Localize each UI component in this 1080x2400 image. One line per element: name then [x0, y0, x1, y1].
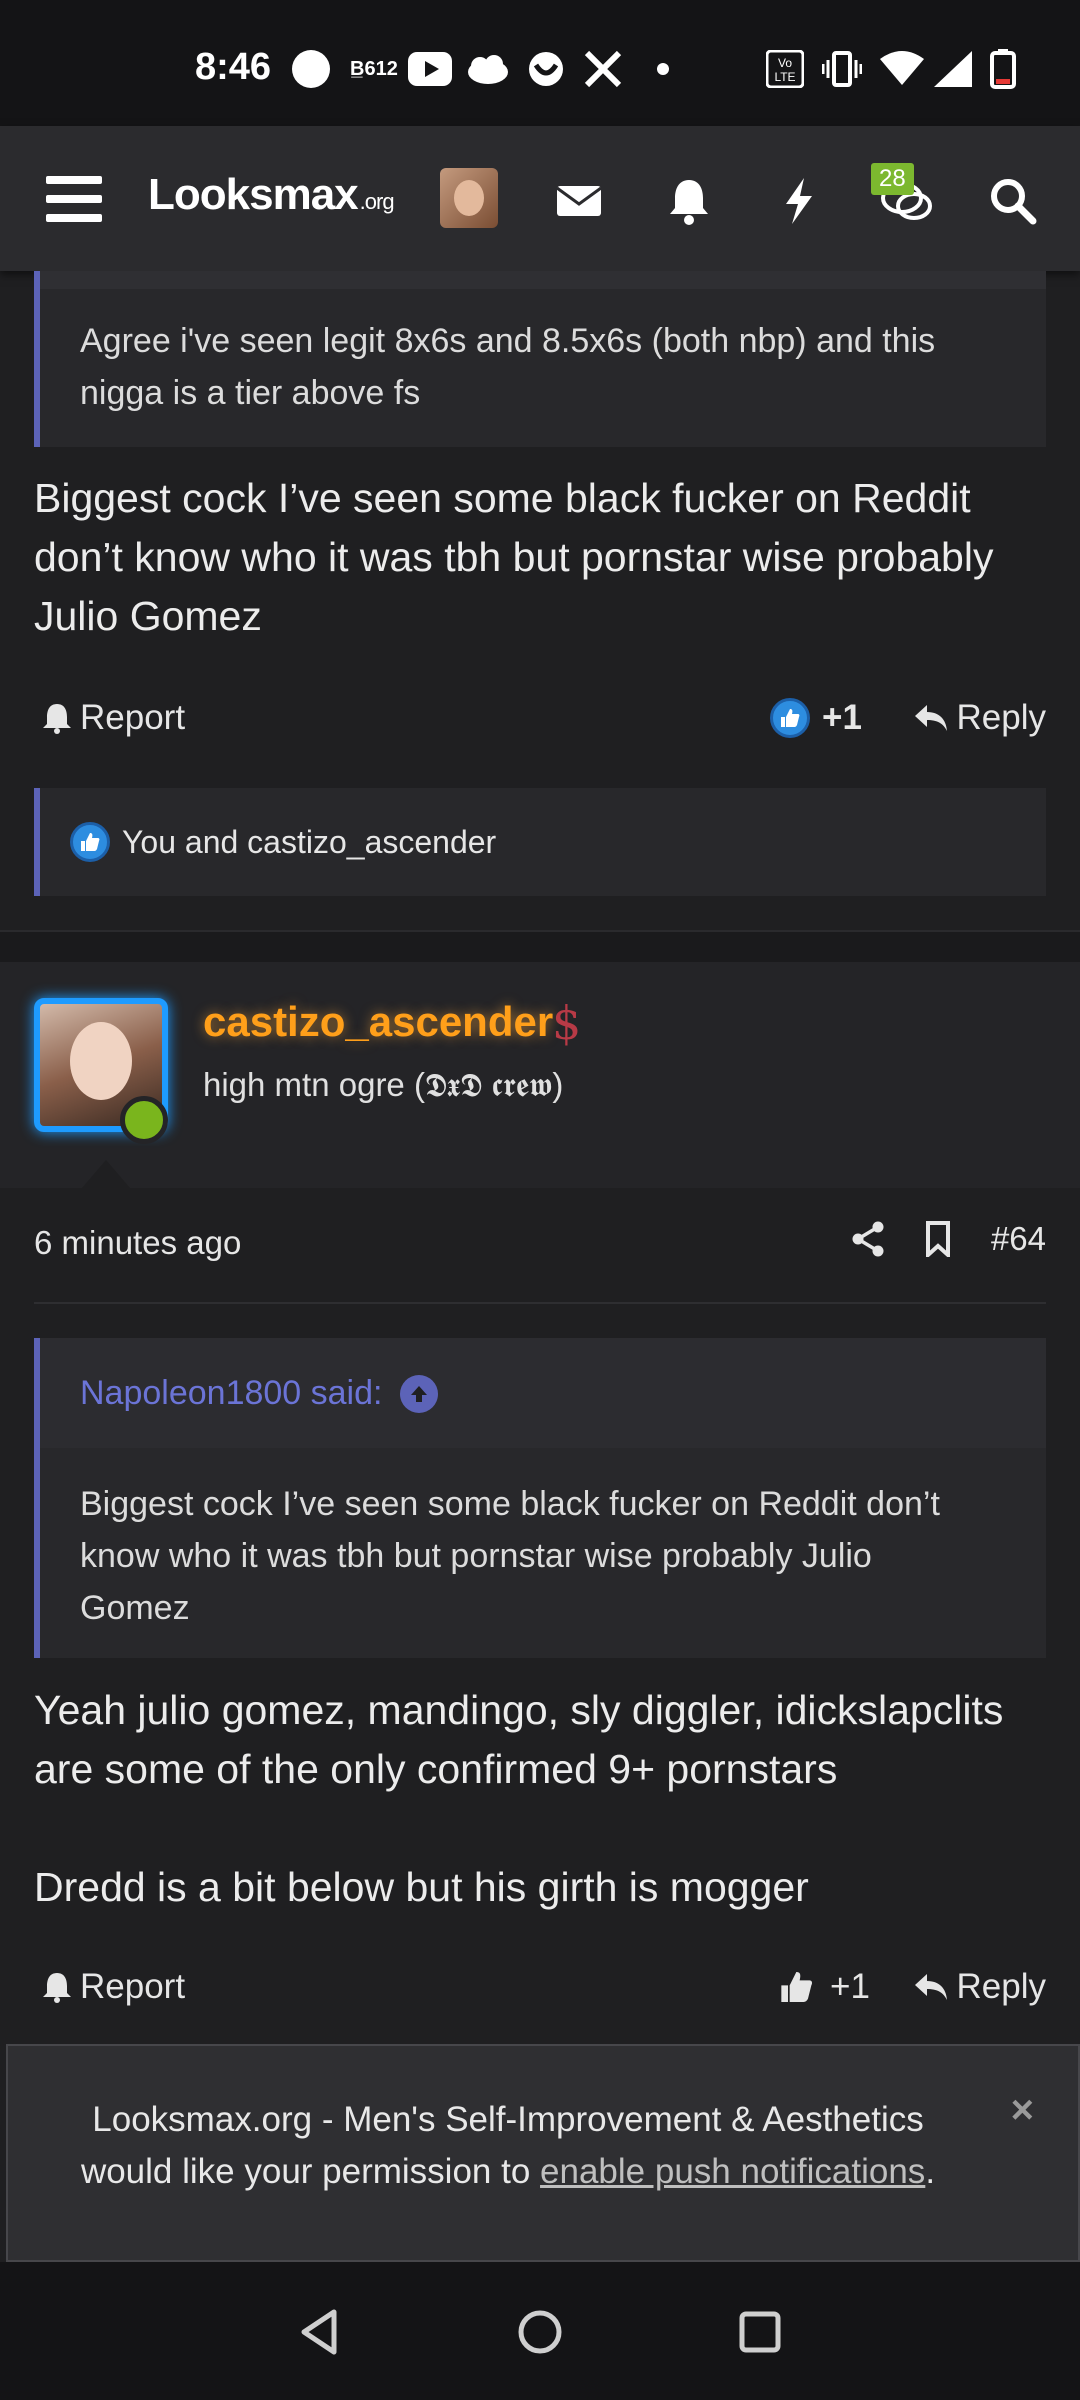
reactions-text: You and castizo_ascender: [122, 823, 497, 860]
header-avatar[interactable]: [440, 168, 498, 228]
quote-block: Agree i've seen legit 8x6s and 8.5x6s (b…: [34, 271, 1046, 447]
quote-header-strip: [40, 271, 1046, 289]
youtube-icon: [408, 50, 452, 88]
signal-icon: [932, 50, 974, 88]
bolt-icon[interactable]: [774, 176, 824, 226]
post-body-line: Yeah julio gomez, mandingo, sly diggler,…: [34, 1687, 1004, 1733]
post-actions: Report +1 Reply: [34, 688, 1046, 748]
quote-text: Biggest cock I’ve seen some black fucker…: [80, 1485, 940, 1523]
reply-button[interactable]: Reply: [913, 1967, 1046, 2007]
quote-author: Napoleon1800 said:: [80, 1374, 383, 1412]
app-header: Looksmax.org: [0, 126, 1080, 271]
quote-text: nigga is a tier above fs: [80, 374, 421, 412]
quote-text: know who it was tbh but pornstar wise pr…: [80, 1537, 872, 1575]
post-timestamp[interactable]: 6 minutes ago: [34, 1224, 241, 1262]
wifi-icon: [880, 50, 924, 88]
push-notification-banner: Looksmax.org - Men's Self-Improvement & …: [6, 2044, 1080, 2262]
battery-icon: [990, 49, 1016, 89]
close-icon[interactable]: ×: [1011, 2088, 1034, 2133]
home-icon[interactable]: [514, 2306, 566, 2358]
report-label: Report: [80, 698, 186, 737]
reactions-bar[interactable]: You and castizo_ascender: [34, 788, 1046, 896]
user-info-block: castizo_ascender $ high mtn ogre (𝕯𝖝𝕯 𝖈𝖗…: [0, 962, 1080, 1188]
site-logo[interactable]: Looksmax.org: [148, 170, 395, 220]
divider: [34, 1302, 1046, 1304]
report-label: Report: [80, 1967, 186, 2006]
post-number[interactable]: #64: [991, 1220, 1046, 1258]
back-icon[interactable]: [294, 2306, 346, 2358]
post-body-line: don’t know who it was tbh but pornstar w…: [34, 534, 994, 580]
recents-icon[interactable]: [734, 2306, 786, 2358]
bbc-icon: B̲612: [350, 57, 398, 80]
dot-icon: [656, 50, 670, 88]
x-icon: [584, 50, 622, 88]
bookmark-icon[interactable]: [925, 1221, 951, 1257]
online-status-dot: [120, 1096, 168, 1144]
like-reaction-icon: [70, 822, 110, 862]
like-button[interactable]: +1: [778, 1967, 870, 2007]
quote-author-link[interactable]: Napoleon1800 said:: [80, 1374, 439, 1413]
quote-text: Gomez: [80, 1589, 190, 1627]
user-title: high mtn ogre (𝕯𝖝𝕯 𝖈𝖗𝖊𝖜): [203, 1066, 564, 1103]
post-actions: Report +1 Reply: [34, 1957, 1046, 2017]
share-icon[interactable]: [851, 1221, 885, 1257]
volte-icon: Vo LTE: [766, 50, 804, 88]
quote-text: Agree i've seen legit 8x6s and 8.5x6s (b…: [80, 322, 936, 360]
post-body-line: are some of the only confirmed 9+ pornst…: [34, 1746, 838, 1792]
svg-text:Vo: Vo: [778, 56, 792, 70]
reply-icon: [914, 705, 947, 731]
arrow-up-icon[interactable]: [400, 1374, 439, 1413]
like-reaction-icon: [770, 698, 810, 738]
menu-icon[interactable]: [46, 176, 102, 222]
push-banner-line2: would like your permission to enable pus…: [8, 2146, 1008, 2198]
reply-icon: [914, 1974, 947, 2000]
post-separator: [0, 930, 1080, 964]
thumbs-up-icon: [781, 1972, 813, 2002]
notification-badge: 28: [871, 163, 914, 195]
username[interactable]: castizo_ascender: [203, 998, 553, 1046]
logo-main: Looksmax: [148, 170, 359, 219]
search-icon[interactable]: [988, 176, 1038, 226]
svg-text:LTE: LTE: [774, 70, 795, 84]
reply-button[interactable]: Reply: [913, 698, 1046, 738]
klarna-icon: [466, 50, 510, 88]
bell-icon: [43, 1973, 71, 2003]
reply-label: Reply: [956, 698, 1046, 737]
like-count: +1: [830, 1967, 870, 2006]
user-block-pointer: [82, 1160, 130, 1188]
system-nav-bar: [0, 2262, 1080, 2400]
post-body-line: Julio Gomez: [34, 593, 262, 639]
like-count: +1: [822, 698, 862, 737]
vibrate-icon: [822, 50, 862, 88]
push-banner-prefix: would like your permission to: [80, 2152, 541, 2191]
push-banner-text: Looksmax.org - Men's Self-Improvement & …: [8, 2094, 1008, 2198]
smile-icon: [528, 50, 564, 88]
dollar-icon: $: [552, 996, 582, 1050]
status-time: 8:46: [195, 46, 272, 88]
bell-icon[interactable]: [664, 176, 714, 226]
quote-block: Napoleon1800 said: Biggest cock I’ve see…: [34, 1338, 1046, 1658]
push-banner-line1: Looksmax.org - Men's Self-Improvement & …: [92, 2100, 924, 2139]
logo-suffix: .org: [359, 189, 395, 214]
enable-push-link[interactable]: enable push notifications: [540, 2152, 925, 2191]
quote-header: Napoleon1800 said:: [40, 1338, 1046, 1448]
like-button[interactable]: +1: [770, 698, 862, 738]
status-bar: 8:46 B̲612 Vo LTE: [0, 0, 1080, 126]
post-body-line: Dredd is a bit below but his girth is mo…: [34, 1864, 809, 1910]
reply-label: Reply: [956, 1967, 1046, 2006]
push-banner-suffix: .: [925, 2152, 936, 2191]
report-button[interactable]: Report: [40, 698, 185, 738]
post-body-line: Biggest cock I’ve seen some black fucker…: [34, 475, 971, 521]
bell-icon: [43, 704, 71, 734]
post-meta: 6 minutes ago #64: [34, 1220, 1046, 1270]
report-button[interactable]: Report: [40, 1967, 185, 2007]
mail-icon[interactable]: [554, 176, 604, 226]
spotify-icon: [292, 50, 330, 88]
